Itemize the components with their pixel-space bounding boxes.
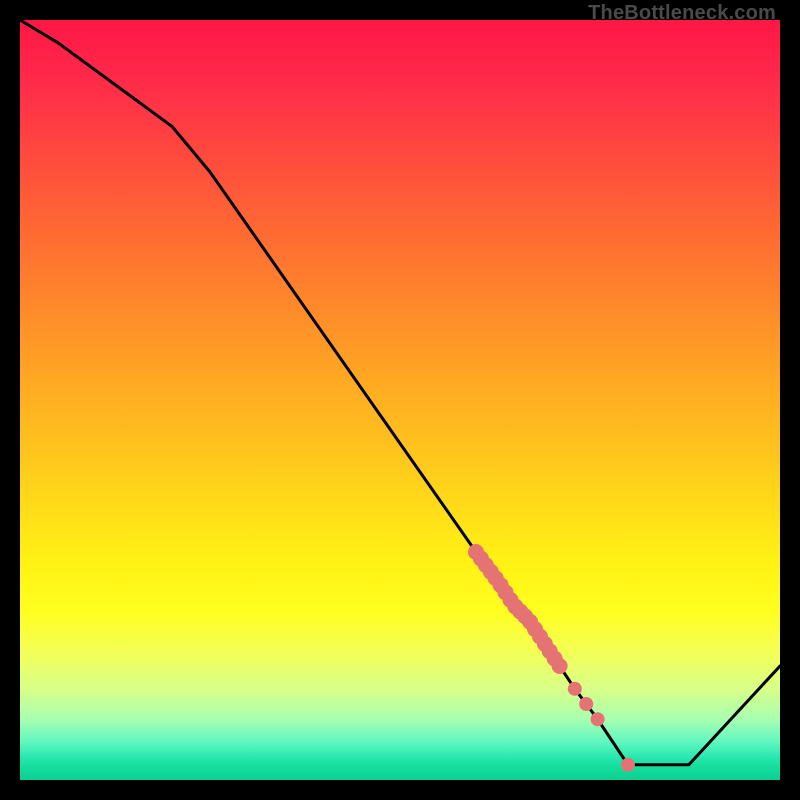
bottleneck-curve	[20, 20, 780, 765]
curve-marker	[568, 682, 582, 696]
bottleneck-curve-chart	[20, 20, 780, 780]
curve-marker	[621, 758, 635, 772]
curve-marker	[579, 697, 593, 711]
watermark-text: TheBottleneck.com	[588, 2, 776, 25]
curve-marker	[552, 658, 568, 674]
curve-marker	[591, 712, 605, 726]
